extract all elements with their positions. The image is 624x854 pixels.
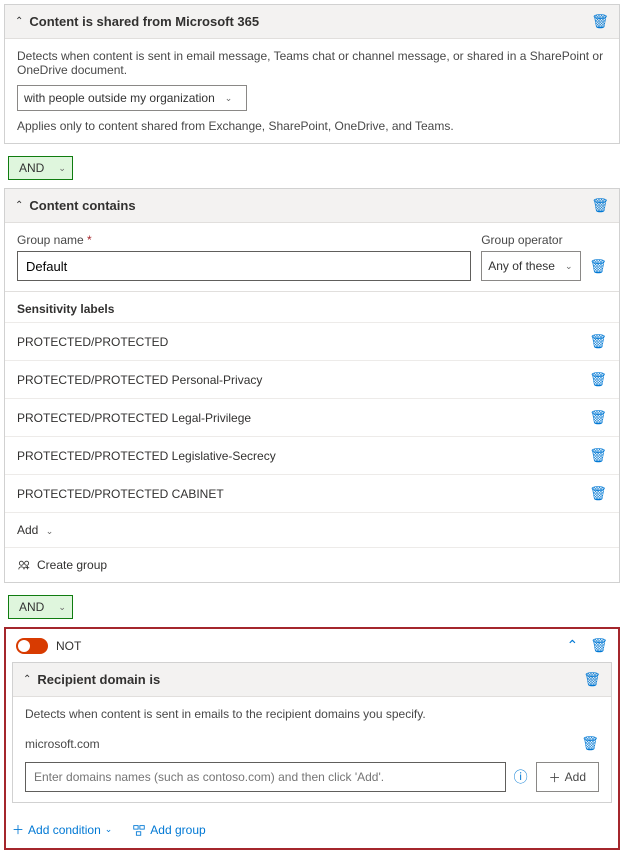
section-title: Content contains [29,198,591,213]
scope-value: with people outside my organization [24,91,215,105]
sensitivity-label-row: PROTECTED/PROTECTED CABINET 🗑 [5,474,619,512]
sensitivity-label-text: PROTECTED/PROTECTED CABINET [17,487,224,501]
create-group-button[interactable]: Create group [5,547,619,582]
group-name-label: Group name * [17,233,471,247]
delete-icon[interactable]: 🗑 [581,735,599,752]
chevron-up-icon[interactable]: ⌃ [15,16,23,27]
create-group-icon [17,558,31,572]
delete-icon[interactable]: 🗑 [590,637,608,654]
not-toggle[interactable] [16,638,48,654]
add-button-label: Add [565,770,586,784]
group-name-input[interactable] [17,251,471,281]
section-title: Content is shared from Microsoft 365 [29,14,591,29]
operator-label: AND [19,161,44,175]
info-icon[interactable]: ⓘ [514,767,528,787]
section-note: Applies only to content shared from Exch… [17,119,607,133]
sensitivity-label-row: PROTECTED/PROTECTED Personal-Privacy 🗑 [5,360,619,398]
condition-section-shared: ⌃ Content is shared from Microsoft 365 🗑… [4,4,620,144]
operator-label: AND [19,600,44,614]
group-icon [132,823,146,837]
delete-icon[interactable]: 🗑 [589,409,607,426]
domain-value: microsoft.com [25,737,100,751]
chevron-down-icon: ⌄ [105,824,113,835]
chevron-down-icon: ⌄ [58,602,66,613]
not-group: NOT ⌃ 🗑 ⌃ Recipient domain is 🗑 Detects … [4,627,620,850]
plus-icon: ＋ [12,821,24,838]
sensitivity-label-row: PROTECTED/PROTECTED Legal-Privilege 🗑 [5,398,619,436]
add-condition-label: Add condition [28,823,101,837]
delete-icon[interactable]: 🗑 [591,197,609,214]
scope-dropdown[interactable]: with people outside my organization ⌄ [17,85,247,111]
sensitivity-label-text: PROTECTED/PROTECTED Legal-Privilege [17,411,251,425]
section-description: Detects when content is sent in email me… [17,49,607,77]
chevron-up-icon[interactable]: ⌃ [566,637,578,654]
group-op-value: Any of these [488,259,555,273]
chevron-down-icon: ⌄ [58,163,66,174]
condition-section-recipient: ⌃ Recipient domain is 🗑 Detects when con… [12,662,612,803]
chevron-down-icon: ⌄ [225,93,233,104]
operator-and[interactable]: AND ⌄ [8,595,73,619]
sensitivity-label-row: PROTECTED/PROTECTED 🗑 [5,322,619,360]
chevron-down-icon: ⌄ [565,261,573,272]
chevron-up-icon[interactable]: ⌃ [23,674,31,685]
delete-icon[interactable]: 🗑 [589,258,607,275]
delete-icon[interactable]: 🗑 [591,13,609,30]
add-group-link[interactable]: Add group [132,821,205,838]
section-description: Detects when content is sent in emails t… [25,707,599,721]
section-title: Recipient domain is [37,672,583,687]
create-group-label: Create group [37,558,107,572]
delete-icon[interactable]: 🗑 [589,371,607,388]
group-op-label: Group operator [481,233,607,247]
sensitivity-label-row: PROTECTED/PROTECTED Legislative-Secrecy 🗑 [5,436,619,474]
delete-icon[interactable]: 🗑 [583,671,601,688]
plus-icon: ＋ [549,769,561,786]
add-condition-link[interactable]: ＋ Add condition ⌄ [12,821,112,838]
chevron-down-icon: ⌄ [46,526,54,536]
sensitivity-label-text: PROTECTED/PROTECTED Legislative-Secrecy [17,449,276,463]
add-button[interactable]: ＋ Add [536,762,599,792]
add-label: Add [17,523,38,537]
operator-and[interactable]: AND ⌄ [8,156,73,180]
sensitivity-labels-heading: Sensitivity labels [5,291,619,322]
sensitivity-label-text: PROTECTED/PROTECTED Personal-Privacy [17,373,262,387]
sensitivity-label-text: PROTECTED/PROTECTED [17,335,168,349]
group-operator-dropdown[interactable]: Any of these ⌄ [481,251,581,281]
condition-section-contains: ⌃ Content contains 🗑 Group name * Group … [4,188,620,583]
add-group-label: Add group [150,823,205,837]
delete-icon[interactable]: 🗑 [589,485,607,502]
not-label: NOT [56,639,558,653]
delete-icon[interactable]: 🗑 [589,333,607,350]
chevron-up-icon[interactable]: ⌃ [15,200,23,211]
delete-icon[interactable]: 🗑 [589,447,607,464]
add-menu[interactable]: Add ⌄ [5,512,619,547]
domain-input[interactable] [25,762,506,792]
